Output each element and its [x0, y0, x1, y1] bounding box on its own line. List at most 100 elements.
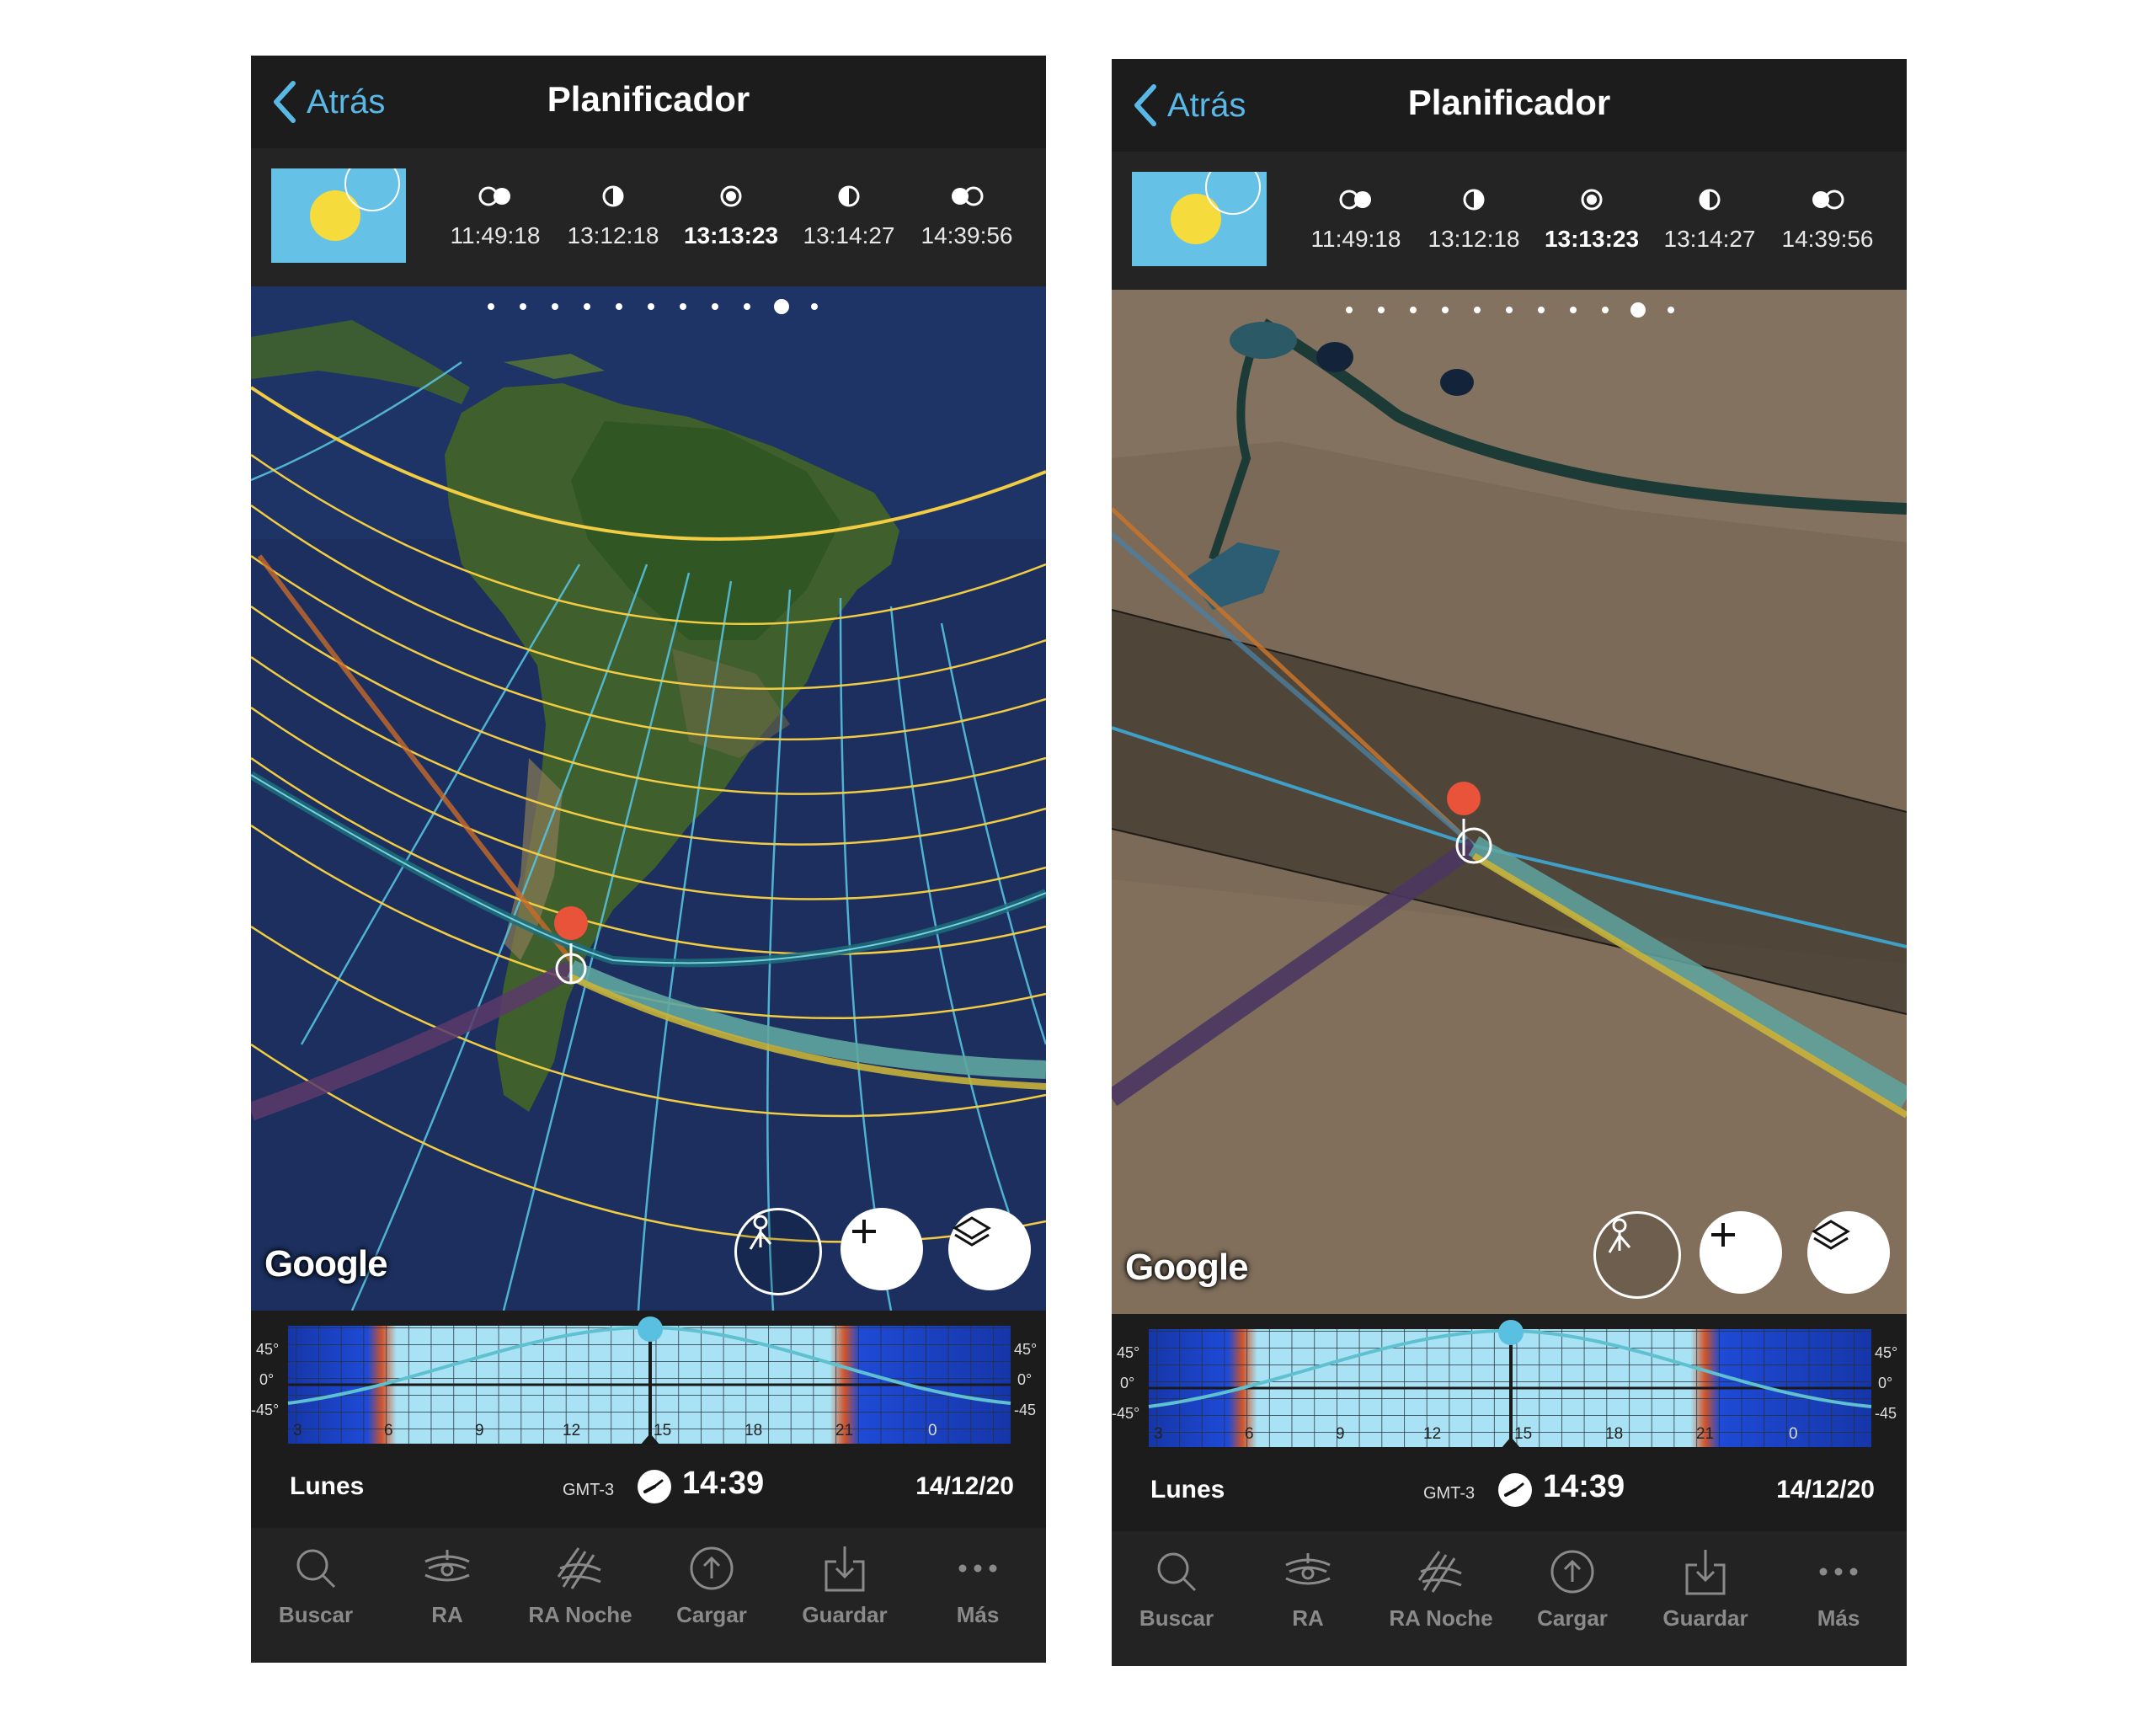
day-label: Lunes — [1150, 1476, 1225, 1503]
sun-moon-icon — [1171, 172, 1261, 244]
tab-bar: Buscar RA RA Noche Cargar Guardar Más — [1112, 1531, 1907, 1666]
phase-time: 11:49:18 — [1310, 226, 1401, 252]
clock-icon[interactable] — [637, 1469, 672, 1504]
phase-time: 13:14:27 — [803, 222, 895, 248]
phase-maximum[interactable]: 13:13:23 — [1533, 185, 1651, 253]
tab-label: RA Noche — [528, 1602, 632, 1627]
x-label: 15 — [654, 1422, 672, 1439]
layers-button[interactable] — [948, 1208, 1031, 1290]
eclipse-fourth-contact-icon — [1812, 190, 1844, 210]
tab-guardar[interactable]: Guardar — [782, 1543, 908, 1628]
tab-label: Guardar — [802, 1602, 888, 1627]
phase-time: 14:39:56 — [921, 222, 1013, 248]
phase-time: 13:12:18 — [1428, 226, 1520, 252]
phase-fourth-contact[interactable]: 14:39:56 — [908, 182, 1026, 249]
pin-locate-icon — [749, 1215, 772, 1250]
y-label: 45° — [256, 1341, 280, 1358]
y-label-right: 0° — [1878, 1375, 1893, 1391]
eclipse-third-contact-icon — [838, 185, 860, 207]
plus-icon — [1711, 1223, 1735, 1247]
navigation-bar: Atrás Planificador — [251, 56, 1046, 148]
layers-button[interactable] — [1807, 1211, 1890, 1294]
pin-locate-icon — [1608, 1218, 1631, 1253]
eclipse-first-contact-icon — [478, 186, 510, 206]
y-label: 0° — [1120, 1375, 1135, 1391]
y-label-right: 0° — [1017, 1371, 1033, 1388]
add-button[interactable] — [841, 1208, 923, 1290]
altitude-chart[interactable]: 45° 0° -45° 45° 0° -45 3 6 9 12 15 18 21… — [251, 1311, 1046, 1454]
tab-mas[interactable]: Más — [915, 1543, 1041, 1628]
x-label: 3 — [1154, 1425, 1163, 1443]
eclipse-fourth-contact-icon — [952, 186, 984, 206]
sun-moon-icon — [310, 168, 400, 241]
tab-guardar[interactable]: Guardar — [1642, 1546, 1769, 1632]
tab-cargar[interactable]: Cargar — [1509, 1546, 1636, 1632]
phase-time: 14:39:56 — [1781, 226, 1874, 252]
tab-label: Cargar — [1537, 1605, 1608, 1631]
eclipse-third-contact-icon — [1699, 189, 1721, 211]
current-date[interactable]: 14/12/20 — [915, 1472, 1014, 1501]
x-label: 15 — [1514, 1425, 1533, 1443]
tab-buscar[interactable]: Buscar — [1113, 1546, 1240, 1632]
phase-time: 11:49:18 — [450, 222, 541, 248]
tab-cargar[interactable]: Cargar — [648, 1543, 775, 1628]
phase-times: 11:49:18 13:12:18 13:13:23 13:14:27 14:3… — [436, 182, 1034, 266]
x-label: 12 — [563, 1422, 581, 1439]
phase-fourth-contact[interactable]: 14:39:56 — [1769, 185, 1886, 253]
x-label: 0 — [928, 1422, 937, 1439]
sun-eclipse-thumbnail[interactable] — [271, 168, 406, 263]
phase-maximum[interactable]: 13:13:23 — [672, 182, 790, 249]
tab-label: Más — [1817, 1605, 1860, 1631]
x-label: 21 — [835, 1422, 854, 1439]
phase-third-contact[interactable]: 13:14:27 — [790, 182, 908, 249]
phase-time: 13:14:27 — [1663, 226, 1756, 252]
phase-third-contact[interactable]: 13:14:27 — [1651, 185, 1769, 253]
save-icon — [1685, 1550, 1726, 1595]
current-date[interactable]: 14/12/20 — [1776, 1476, 1875, 1504]
phase-times: 11:49:18 13:12:18 13:13:23 13:14:27 14:3… — [1297, 185, 1895, 270]
tab-ra-noche[interactable]: RA Noche — [1378, 1546, 1504, 1632]
phase-second-contact[interactable]: 13:12:18 — [1415, 185, 1533, 253]
current-time[interactable]: 14:39 — [682, 1466, 764, 1502]
ar-icon — [424, 1550, 470, 1582]
satellite-map[interactable]: Google — [1112, 290, 1907, 1314]
search-icon — [1157, 1552, 1197, 1592]
layers-icon — [953, 1216, 991, 1247]
tab-bar: Buscar RA RA Noche Cargar Guardar Más — [251, 1528, 1046, 1663]
tab-mas[interactable]: Más — [1775, 1546, 1902, 1632]
y-label-right: 45° — [1875, 1344, 1898, 1361]
day-label: Lunes — [290, 1472, 365, 1500]
sun-eclipse-thumbnail[interactable] — [1132, 172, 1267, 266]
date-time-bar: Lunes GMT-3 14:39 14/12/20 — [1112, 1457, 1907, 1531]
x-label: 0 — [1789, 1425, 1798, 1443]
sun-altitude-graph — [1148, 1320, 1872, 1449]
tab-label: Cargar — [676, 1602, 747, 1627]
upload-icon — [690, 1546, 734, 1590]
timezone-label: GMT-3 — [563, 1481, 615, 1499]
clock-icon[interactable] — [1497, 1472, 1533, 1508]
phase-first-contact[interactable]: 11:49:18 — [436, 182, 554, 249]
tab-ra[interactable]: RA — [384, 1543, 510, 1628]
map-canvas — [251, 286, 1046, 1311]
google-attribution: Google — [1125, 1247, 1249, 1288]
locate-button[interactable] — [734, 1208, 822, 1295]
tab-ra-noche[interactable]: RA Noche — [517, 1543, 643, 1628]
x-label: 3 — [293, 1422, 302, 1439]
add-button[interactable] — [1700, 1211, 1782, 1294]
y-label-right: -45 — [1875, 1405, 1897, 1422]
y-label: 45° — [1117, 1344, 1140, 1361]
y-label: -45° — [251, 1402, 280, 1418]
current-time[interactable]: 14:39 — [1543, 1469, 1625, 1505]
more-icon — [958, 1564, 997, 1573]
phase-second-contact[interactable]: 13:12:18 — [554, 182, 672, 249]
ar-night-icon — [557, 1547, 601, 1589]
tab-ra[interactable]: RA — [1245, 1546, 1371, 1632]
tab-label: Guardar — [1662, 1605, 1748, 1631]
phase-first-contact[interactable]: 11:49:18 — [1297, 185, 1415, 253]
tab-buscar[interactable]: Buscar — [253, 1543, 379, 1628]
altitude-chart[interactable]: 45° 0° -45° 45° 0° -45 3 6 9 12 15 18 21… — [1112, 1314, 1907, 1457]
tab-label: RA — [431, 1602, 463, 1627]
satellite-map[interactable]: Google — [251, 286, 1046, 1311]
x-label: 6 — [1245, 1425, 1254, 1443]
locate-button[interactable] — [1593, 1211, 1681, 1299]
